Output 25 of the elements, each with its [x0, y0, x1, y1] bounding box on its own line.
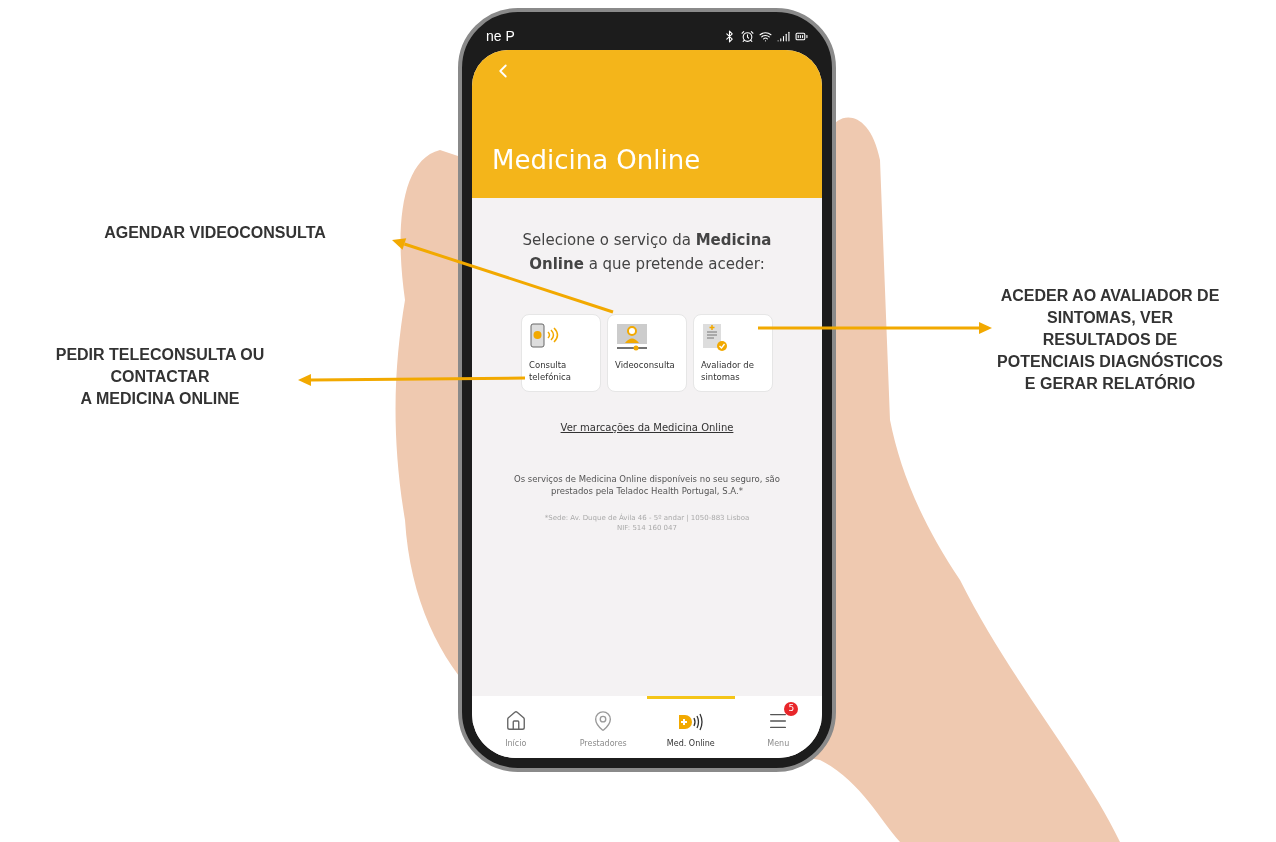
video-doctor-icon — [615, 323, 649, 351]
tab-item[interactable]: 5 Menu — [734, 696, 822, 750]
service-card[interactable]: Avaliador de sintomas — [693, 314, 773, 392]
document-check-icon — [701, 323, 729, 353]
tab-item[interactable]: Início — [472, 696, 560, 750]
annotation-label: AGENDAR VIDEOCONSULTA — [103, 223, 327, 243]
medical-signal-icon — [676, 712, 705, 732]
service-card[interactable]: Videoconsulta — [607, 314, 687, 392]
provider-note: Os serviços de Medicina Online disponíveis no seu seguro, são prestados pela Teladoc Health Portugal, S.A.* — [513, 473, 781, 497]
wifi-icon — [759, 29, 772, 43]
prompt-text: Selecione o serviço da Medicina Online a que pretende aceder: — [521, 230, 773, 275]
tab-item[interactable]: Prestadores — [559, 696, 647, 750]
tab-item[interactable]: Med. Online — [647, 696, 735, 750]
alarm-icon — [741, 29, 754, 43]
page-title: Medicina Online — [492, 144, 702, 177]
notification-badge: 5 — [784, 702, 799, 716]
signal-icon — [777, 29, 790, 43]
home-icon — [504, 710, 527, 732]
carrier-text: ne P — [486, 26, 515, 46]
appointments-link[interactable]: Ver marcações da Medicina Online — [560, 420, 734, 435]
bluetooth-icon — [723, 29, 736, 43]
phone-call-icon — [529, 323, 559, 349]
annotation-label: PEDIR TELECONSULTA OU CONTACTAR A MEDICINA ONLINE — [54, 345, 266, 409]
annotation-label: ACEDER AO AVALIADOR DE SINTOMAS, VER RESULTADOS DE POTENCIAIS DIAGNÓSTICOS E GERAR RELATÓRIO — [996, 286, 1224, 394]
service-card[interactable]: Consulta telefónica — [521, 314, 601, 392]
